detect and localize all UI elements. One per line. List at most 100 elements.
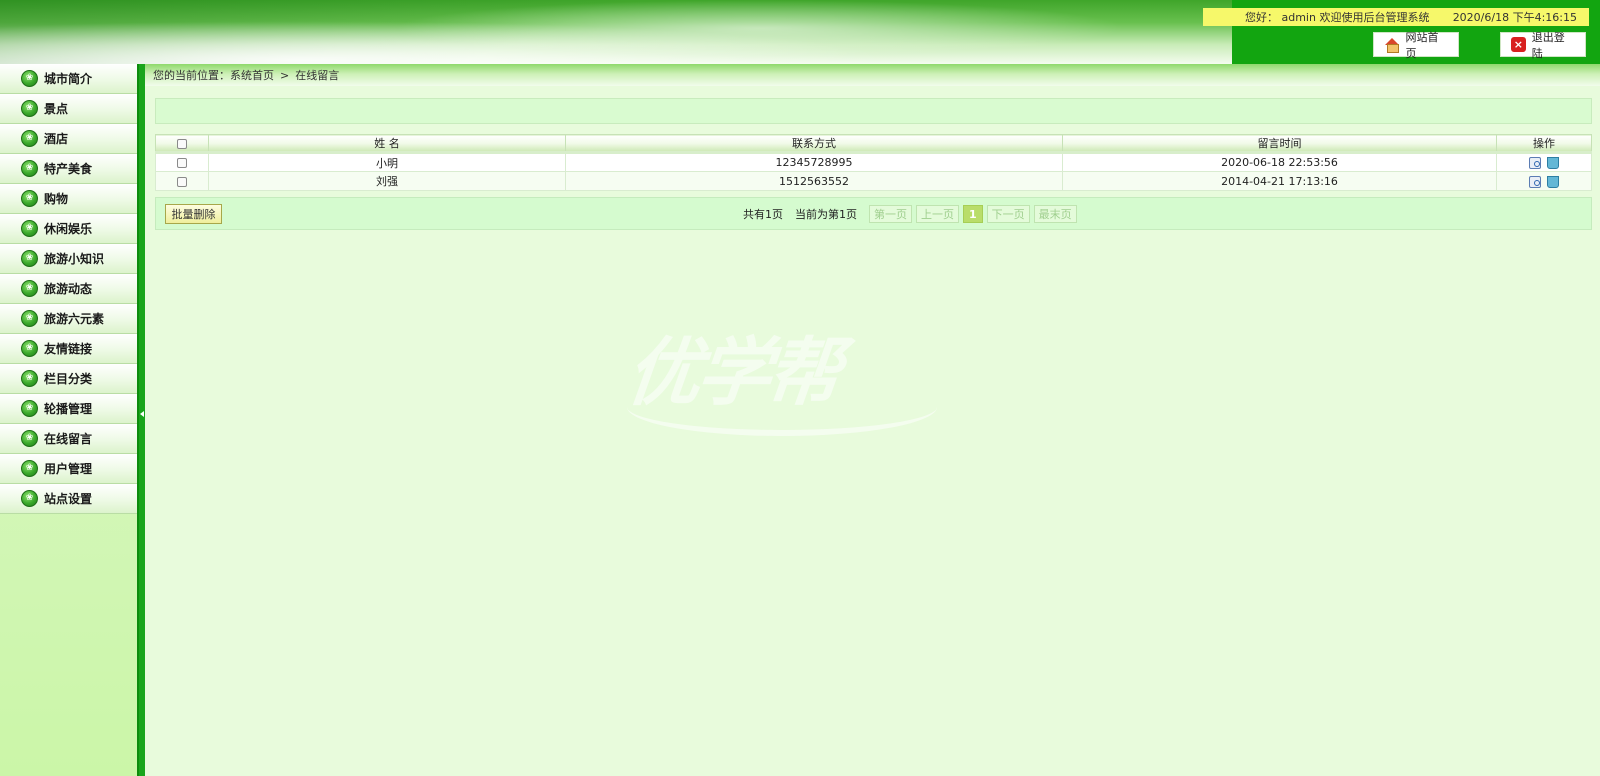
column-header-name: 姓 名 [208, 134, 566, 154]
delete-icon[interactable] [1547, 175, 1559, 188]
menu-bullet-icon: ❀ [21, 400, 38, 417]
sidebar-item-attractions[interactable]: ❀ 景点 [0, 94, 137, 124]
menu-bullet-icon: ❀ [21, 370, 38, 387]
sidebar-item-label: 旅游小知识 [44, 252, 105, 266]
sidebar-item-label: 旅游动态 [44, 282, 93, 296]
view-icon[interactable] [1529, 157, 1541, 169]
table-row: 小明 12345728995 2020-06-18 22:53:56 [155, 152, 1592, 172]
welcome-bar: 您好： admin 欢迎使用后台管理系统 2020/6/18 下午4:16:15 [1203, 8, 1589, 26]
menu-bullet-icon: ❀ [21, 430, 38, 447]
total-pages-text: 共有1页 [743, 208, 783, 221]
view-icon[interactable] [1529, 175, 1541, 188]
sidebar-item-six-elements[interactable]: ❀ 旅游六元素 [0, 304, 137, 334]
sidebar-item-label: 旅游六元素 [44, 312, 105, 326]
sidebar-item-food[interactable]: ❀ 特产美食 [0, 154, 137, 184]
sidebar-item-hotels[interactable]: ❀ 酒店 [0, 124, 137, 154]
menu-bullet-icon: ❀ [21, 340, 38, 357]
delete-icon[interactable] [1547, 157, 1559, 169]
cell-time: 2020-06-18 22:53:56 [1062, 152, 1497, 172]
row-checkbox-cell [155, 171, 209, 191]
sidebar-toggle-splitter[interactable] [137, 64, 145, 776]
datetime-display: 2020/6/18 下午4:16:15 [1452, 11, 1577, 24]
cell-actions [1496, 152, 1592, 172]
sidebar-item-carousel[interactable]: ❀ 轮播管理 [0, 394, 137, 424]
sidebar: ❀ 城市简介 ❀ 景点 ❀ 酒店 ❀ 特产美食 ❀ 购物 ❀ 休闲娱乐 ❀ 旅游小知识 ❀ 旅游… [0, 64, 137, 776]
current-page-number: 1 [963, 205, 983, 223]
pager-bar: 批量删除 共有1页 当前为第1页 第一页 上一页 1 下一页 最末页 [155, 197, 1592, 230]
watermark-text: 优学帮 [622, 330, 842, 416]
table-header-row: 姓 名 联系方式 留言时间 操作 [155, 134, 1592, 154]
row-checkbox[interactable] [177, 176, 187, 187]
cell-name: 刘强 [208, 171, 566, 191]
sidebar-item-city-intro[interactable]: ❀ 城市简介 [0, 64, 137, 94]
menu-bullet-icon: ❀ [21, 220, 38, 237]
table-row: 刘强 1512563552 2014-04-21 17:13:16 [155, 171, 1592, 191]
messages-table: 姓 名 联系方式 留言时间 操作 小明 12345728995 2020-06-… [155, 134, 1592, 191]
sidebar-item-users[interactable]: ❀ 用户管理 [0, 454, 137, 484]
sidebar-item-label: 轮播管理 [44, 402, 93, 416]
sidebar-item-label: 景点 [44, 102, 69, 116]
sidebar-item-links[interactable]: ❀ 友情链接 [0, 334, 137, 364]
menu-bullet-icon: ❀ [21, 250, 38, 267]
row-checkbox-cell [155, 152, 209, 172]
breadcrumb-prefix: 您的当前位置： [153, 69, 230, 82]
current-page-text: 当前为第1页 [795, 208, 857, 221]
menu-bullet-icon: ❀ [21, 310, 38, 327]
home-icon [1384, 37, 1400, 53]
sidebar-item-travel-tips[interactable]: ❀ 旅游小知识 [0, 244, 137, 274]
site-home-button[interactable]: 网站首页 [1373, 31, 1459, 60]
select-all-header [155, 134, 209, 154]
cell-contact: 12345728995 [565, 152, 1063, 172]
cell-actions [1496, 171, 1592, 191]
sidebar-menu: ❀ 城市简介 ❀ 景点 ❀ 酒店 ❀ 特产美食 ❀ 购物 ❀ 休闲娱乐 ❀ 旅游小知识 ❀ 旅游… [0, 64, 137, 514]
welcome-text: 您好： admin 欢迎使用后台管理系统 [1245, 11, 1430, 24]
collapse-arrow-icon [140, 411, 144, 417]
sidebar-item-label: 用户管理 [44, 462, 93, 476]
menu-bullet-icon: ❀ [21, 280, 38, 297]
site-home-label: 网站首页 [1405, 30, 1439, 60]
cell-time: 2014-04-21 17:13:16 [1062, 171, 1497, 191]
menu-bullet-icon: ❀ [21, 160, 38, 177]
sidebar-item-travel-news[interactable]: ❀ 旅游动态 [0, 274, 137, 304]
pagination: 共有1页 当前为第1页 第一页 上一页 1 下一页 最末页 [743, 205, 1077, 223]
prev-page-button[interactable]: 上一页 [916, 205, 959, 223]
menu-bullet-icon: ❀ [21, 190, 38, 207]
column-header-time: 留言时间 [1062, 134, 1497, 154]
sidebar-item-label: 在线留言 [44, 432, 93, 446]
sidebar-item-label: 休闲娱乐 [44, 222, 93, 236]
sidebar-item-site-settings[interactable]: ❀ 站点设置 [0, 484, 137, 514]
sidebar-item-shopping[interactable]: ❀ 购物 [0, 184, 137, 214]
logout-label: 退出登陆 [1531, 30, 1565, 60]
breadcrumb-current: 在线留言 [295, 69, 340, 82]
sidebar-item-messages[interactable]: ❀ 在线留言 [0, 424, 137, 454]
first-page-button[interactable]: 第一页 [869, 205, 912, 223]
menu-bullet-icon: ❀ [21, 70, 38, 87]
logout-button[interactable]: × 退出登陆 [1500, 31, 1586, 60]
select-all-checkbox[interactable] [177, 138, 187, 149]
watermark-swoosh [627, 406, 937, 436]
breadcrumb-home-link[interactable]: 系统首页 [230, 67, 274, 83]
main-content: 您的当前位置： 系统首页 > 在线留言 姓 名 联系方式 留言时间 操作 小明 … [145, 64, 1600, 776]
row-checkbox[interactable] [177, 158, 187, 168]
menu-bullet-icon: ❀ [21, 490, 38, 507]
sidebar-item-leisure[interactable]: ❀ 休闲娱乐 [0, 214, 137, 244]
cell-contact: 1512563552 [565, 171, 1063, 191]
sidebar-item-label: 城市简介 [44, 72, 93, 86]
sidebar-item-label: 特产美食 [44, 162, 93, 176]
search-toolbar-box [155, 98, 1592, 124]
menu-bullet-icon: ❀ [21, 130, 38, 147]
close-icon: × [1511, 37, 1526, 52]
batch-delete-button[interactable]: 批量删除 [165, 204, 222, 224]
header-banner: 您好： admin 欢迎使用后台管理系统 2020/6/18 下午4:16:15… [0, 0, 1600, 64]
menu-bullet-icon: ❀ [21, 100, 38, 117]
last-page-button[interactable]: 最末页 [1033, 205, 1077, 223]
sidebar-item-categories[interactable]: ❀ 栏目分类 [0, 364, 137, 394]
sidebar-item-label: 站点设置 [44, 492, 93, 506]
sidebar-item-label: 栏目分类 [44, 372, 93, 386]
breadcrumb: 您的当前位置： 系统首页 > 在线留言 [145, 64, 1600, 86]
next-page-button[interactable]: 下一页 [986, 205, 1030, 223]
cell-name: 小明 [208, 152, 566, 172]
column-header-actions: 操作 [1496, 134, 1592, 154]
banner-decoration [0, 0, 1232, 64]
sidebar-item-label: 购物 [44, 192, 69, 206]
